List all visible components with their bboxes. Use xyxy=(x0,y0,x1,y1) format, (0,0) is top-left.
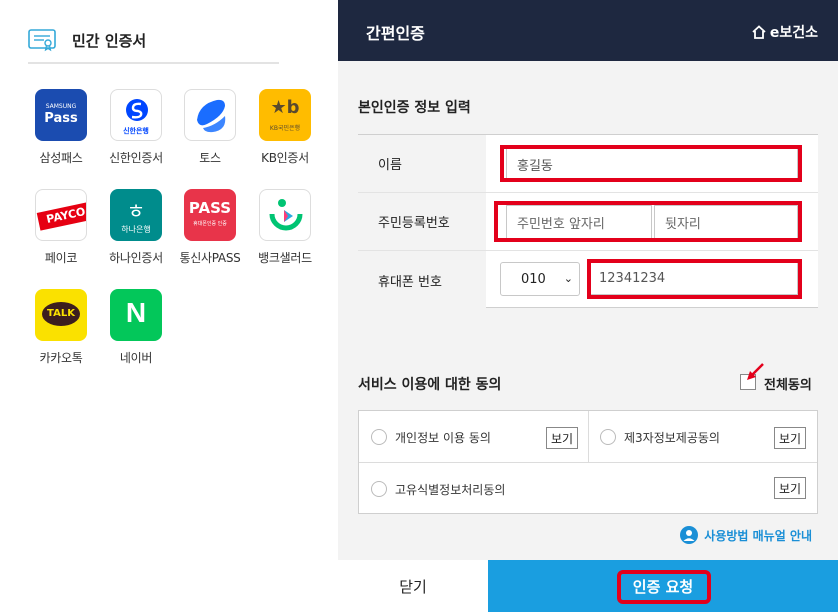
naver-icon: N xyxy=(110,289,162,341)
app-label: 하나인증서 xyxy=(109,251,163,265)
app-kb[interactable]: ★b KB국민은행 KB인증서 xyxy=(245,89,325,166)
name-row: 이름 홍길동 xyxy=(358,135,818,193)
app-shinhan[interactable]: 신한은행 신한인증서 xyxy=(96,89,176,166)
bottom-bar: 닫기 인증 요청 xyxy=(338,560,838,612)
request-auth-button[interactable]: 인증 요청 xyxy=(488,560,838,612)
app-label: 카카오톡 xyxy=(39,351,83,365)
private-cert-title: 민간 인증서 xyxy=(72,32,147,50)
section-title: 본인인증 정보 입력 xyxy=(358,100,471,116)
agree-all-label[interactable]: 전체동의 xyxy=(764,374,812,393)
name-label: 이름 xyxy=(358,135,486,192)
third-party-view-button[interactable]: 보기 xyxy=(774,427,806,449)
app-label: KB인증서 xyxy=(261,151,309,165)
app-label: 신한인증서 xyxy=(109,151,163,165)
user-icon xyxy=(680,526,699,544)
auth-window: 민간 인증서 SAMSUNG Pass 삼성패스 신한은행 신한인증서 토스 ★… xyxy=(0,0,838,612)
banksalad-icon xyxy=(259,189,311,241)
rrn-back-input[interactable]: 뒷자리 xyxy=(654,205,798,239)
name-input[interactable]: 홍길동 xyxy=(506,147,798,181)
phone-label: 휴대폰 번호 xyxy=(358,251,486,309)
app-label: 토스 xyxy=(199,151,221,165)
kakaotalk-icon: TALK xyxy=(35,289,87,341)
app-banksalad[interactable]: 뱅크샐러드 xyxy=(245,189,325,266)
third-party-radio[interactable] xyxy=(600,429,616,445)
toss-icon xyxy=(184,89,236,141)
private-cert-header: 민간 인증서 xyxy=(28,24,279,64)
divider xyxy=(588,411,589,462)
unique-id-view-button[interactable]: 보기 xyxy=(774,477,806,499)
payco-icon: PAYCO xyxy=(35,189,87,241)
home-icon xyxy=(752,25,766,39)
brand-logo: e보건소 xyxy=(752,22,818,42)
rrn-row: 주민등록번호 주민번호 앞자리 뒷자리 xyxy=(358,193,818,251)
app-hana[interactable]: ㅎ 하나은행 하나인증서 xyxy=(96,189,176,266)
app-kakaotalk[interactable]: TALK 카카오톡 xyxy=(21,289,101,366)
rrn-front-input[interactable]: 주민번호 앞자리 xyxy=(506,205,652,239)
kb-icon: ★b KB국민은행 xyxy=(259,89,311,141)
app-samsung-pass[interactable]: SAMSUNG Pass 삼성패스 xyxy=(21,89,101,166)
identity-form: 이름 홍길동 주민등록번호 주민번호 앞자리 뒷자리 휴대폰 번호 010 ⌄ … xyxy=(358,134,818,309)
close-button[interactable]: 닫기 xyxy=(338,560,488,612)
app-toss[interactable]: 토스 xyxy=(170,89,250,166)
phone-prefix-select[interactable]: 010 ⌄ xyxy=(500,262,580,296)
rrn-label: 주민등록번호 xyxy=(358,193,486,250)
agree-third-party[interactable]: 제3자정보제공동의 xyxy=(600,411,720,463)
red-arrow-icon xyxy=(747,363,764,380)
pass-icon: PASS 휴대폰인증 인증 xyxy=(184,189,236,241)
agree-unique-id[interactable]: 고유식별정보처리동의 xyxy=(371,463,505,515)
phone-row: 휴대폰 번호 010 ⌄ 12341234 xyxy=(358,251,818,309)
app-label: 페이코 xyxy=(44,251,78,265)
certificate-icon xyxy=(28,29,56,52)
agree-title: 서비스 이용에 대한 동의 xyxy=(358,377,502,393)
privacy-radio[interactable] xyxy=(371,429,387,445)
agreement-list: 개인정보 이용 동의 보기 제3자정보제공동의 보기 고유식별정보처리동의 보기 xyxy=(358,410,818,514)
phone-input[interactable]: 12341234 xyxy=(588,261,798,295)
app-telecom-pass[interactable]: PASS 휴대폰인증 인증 통신사PASS xyxy=(170,189,250,266)
app-label: 삼성패스 xyxy=(39,151,83,165)
header-title: 간편인증 xyxy=(366,24,425,43)
privacy-view-button[interactable]: 보기 xyxy=(546,427,578,449)
agree-privacy[interactable]: 개인정보 이용 동의 xyxy=(371,411,491,463)
unique-id-radio[interactable] xyxy=(371,481,387,497)
app-payco[interactable]: PAYCO 페이코 xyxy=(21,189,101,266)
hana-icon: ㅎ 하나은행 xyxy=(110,189,162,241)
manual-link[interactable]: 사용방법 매뉴얼 안내 xyxy=(680,526,812,544)
simple-auth-panel: 간편인증 e보건소 본인인증 정보 입력 이름 홍길동 주민등록번호 주민번호 … xyxy=(338,0,838,612)
app-naver[interactable]: N 네이버 xyxy=(96,289,176,366)
private-cert-panel: 민간 인증서 SAMSUNG Pass 삼성패스 신한은행 신한인증서 토스 ★… xyxy=(0,0,338,612)
chevron-down-icon: ⌄ xyxy=(563,272,573,285)
app-label: 뱅크샐러드 xyxy=(258,251,312,265)
shinhan-icon: 신한은행 xyxy=(110,89,162,141)
app-label: 통신사PASS xyxy=(179,251,241,265)
samsung-pass-icon: SAMSUNG Pass xyxy=(35,89,87,141)
header-bar: 간편인증 e보건소 xyxy=(338,0,838,61)
app-label: 네이버 xyxy=(119,351,153,365)
